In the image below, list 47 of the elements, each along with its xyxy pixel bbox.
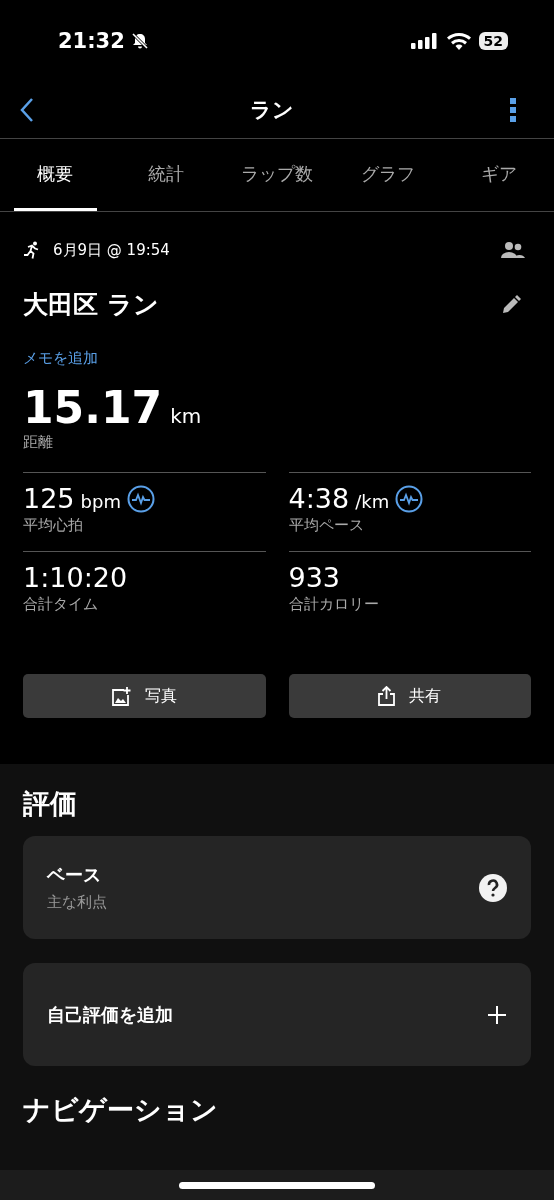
tab[interactable]: ギア [457,139,540,211]
stat-unit: bpm [80,491,121,512]
share-icon [378,686,396,706]
stat-label: 合計カロリー [288,595,380,614]
tab[interactable]: グラフ [346,139,430,211]
runner-icon [23,241,41,259]
rating-card[interactable]: ベース 主な利点 [23,836,531,939]
add-image-icon [111,686,131,706]
card-title: ベース [47,863,102,887]
add-photo-button[interactable]: 写真 [23,674,266,718]
help-icon[interactable] [479,873,507,902]
stat-unit: /km [355,491,390,512]
status-time: 21:32 [58,29,125,53]
waveform-icon[interactable] [126,484,155,513]
stat-value: 1:10:20 [23,562,128,593]
card-title: 自己評価を追加 [47,1002,173,1027]
card-subtitle: 主な利点 [47,893,107,912]
stat-label: 平均ペース [288,516,365,535]
activity-name: 大田区 ラン [23,289,159,321]
share-button[interactable]: 共有 [288,674,531,718]
stat-value: 125 [23,483,75,514]
back-icon[interactable] [20,97,34,123]
stat-label: 合計タイム [23,595,99,614]
battery-level: 52 [478,32,508,50]
people-icon[interactable] [501,241,525,259]
distance-unit: km [170,404,202,428]
section-heading: ナビゲーション [23,1093,218,1127]
tab[interactable]: 概要 [14,139,97,211]
home-indicator[interactable] [179,1181,375,1189]
tab[interactable]: 統計 [124,139,208,211]
distance-value: 15.17 [23,382,163,433]
pencil-icon[interactable] [501,294,521,315]
add-rating-card[interactable]: 自己評価を追加 [23,963,531,1066]
distance-label: 距離 [23,433,54,452]
more-icon[interactable] [510,97,516,123]
stat-value: 4:38 [288,483,350,514]
wifi-icon [446,32,471,50]
section-heading: 評価 [23,787,77,821]
screen-title: ラン [250,97,294,124]
stat-label: 平均心拍 [23,516,84,535]
activity-datetime: 6月9日 @ 19:54 [53,240,170,260]
waveform-icon[interactable] [395,484,424,513]
plus-icon[interactable] [487,1004,507,1025]
tab[interactable]: ラップ数 [235,139,319,211]
add-note-link[interactable]: メモを追加 [23,349,98,368]
signal-icon [410,33,439,49]
stat-value: 933 [288,562,341,593]
